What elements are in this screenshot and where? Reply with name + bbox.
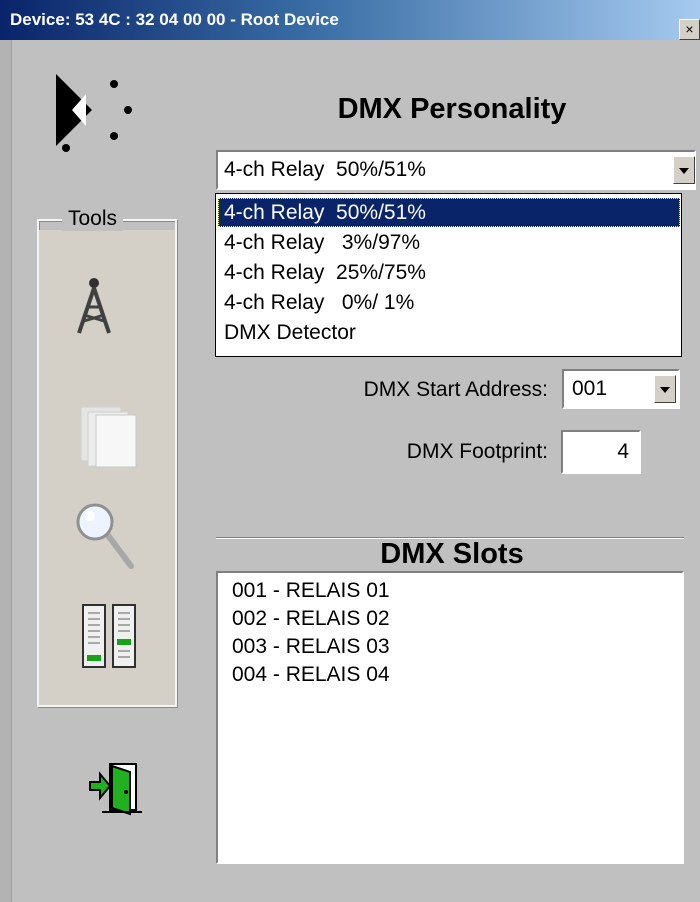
start-address-select[interactable]: 001 [562,369,680,409]
window-frame-edge [0,40,12,902]
footprint-field: 4 [561,430,641,474]
slots-list[interactable]: 001 - RELAIS 01 002 - RELAIS 02 003 - RE… [216,571,684,864]
personality-options-list[interactable]: 4-ch Relay 50%/51% 4-ch Relay 3%/97% 4-c… [215,193,682,357]
personality-option[interactable]: DMX Detector [218,318,680,347]
personality-option[interactable]: 4-ch Relay 50%/51% [218,198,680,227]
list-item[interactable]: 003 - RELAIS 03 [232,635,390,659]
logo-icon [56,74,132,152]
start-address-label: DMX Start Address: [363,378,548,401]
pages-icon[interactable] [79,405,139,469]
window-title: Device: 53 4C : 32 04 00 00 - Root Devic… [10,10,339,29]
antenna-tower-icon[interactable] [74,277,114,335]
personality-select[interactable]: 4-ch Relay 50%/51% [216,150,696,190]
start-address-value: 001 [572,377,608,400]
list-item[interactable]: 001 - RELAIS 01 [232,579,390,603]
exit-door-icon[interactable] [88,760,144,816]
tools-panel [39,230,175,705]
magnifier-icon[interactable] [75,500,135,570]
footprint-value: 4 [617,440,629,463]
chevron-down-icon [660,387,670,393]
start-address-dropdown-button[interactable] [654,375,676,403]
slots-heading: DMX Slots [380,538,524,570]
list-item[interactable]: 004 - RELAIS 04 [232,663,390,687]
personality-select-value: 4-ch Relay 50%/51% [224,158,426,181]
personality-option[interactable]: 4-ch Relay 0%/ 1% [218,288,680,317]
personality-dropdown-button[interactable] [673,156,695,184]
footprint-label: DMX Footprint: [406,440,548,463]
faders-icon[interactable] [81,603,139,669]
personality-option[interactable]: 4-ch Relay 25%/75% [218,258,680,287]
close-button[interactable]: × [679,19,700,40]
personality-heading: DMX Personality [337,93,567,125]
tools-label: Tools [62,207,124,231]
personality-option[interactable]: 4-ch Relay 3%/97% [218,228,680,257]
list-item[interactable]: 002 - RELAIS 02 [232,607,390,631]
chevron-down-icon [679,168,689,174]
title-bar[interactable]: Device: 53 4C : 32 04 00 00 - Root Devic… [0,0,700,40]
